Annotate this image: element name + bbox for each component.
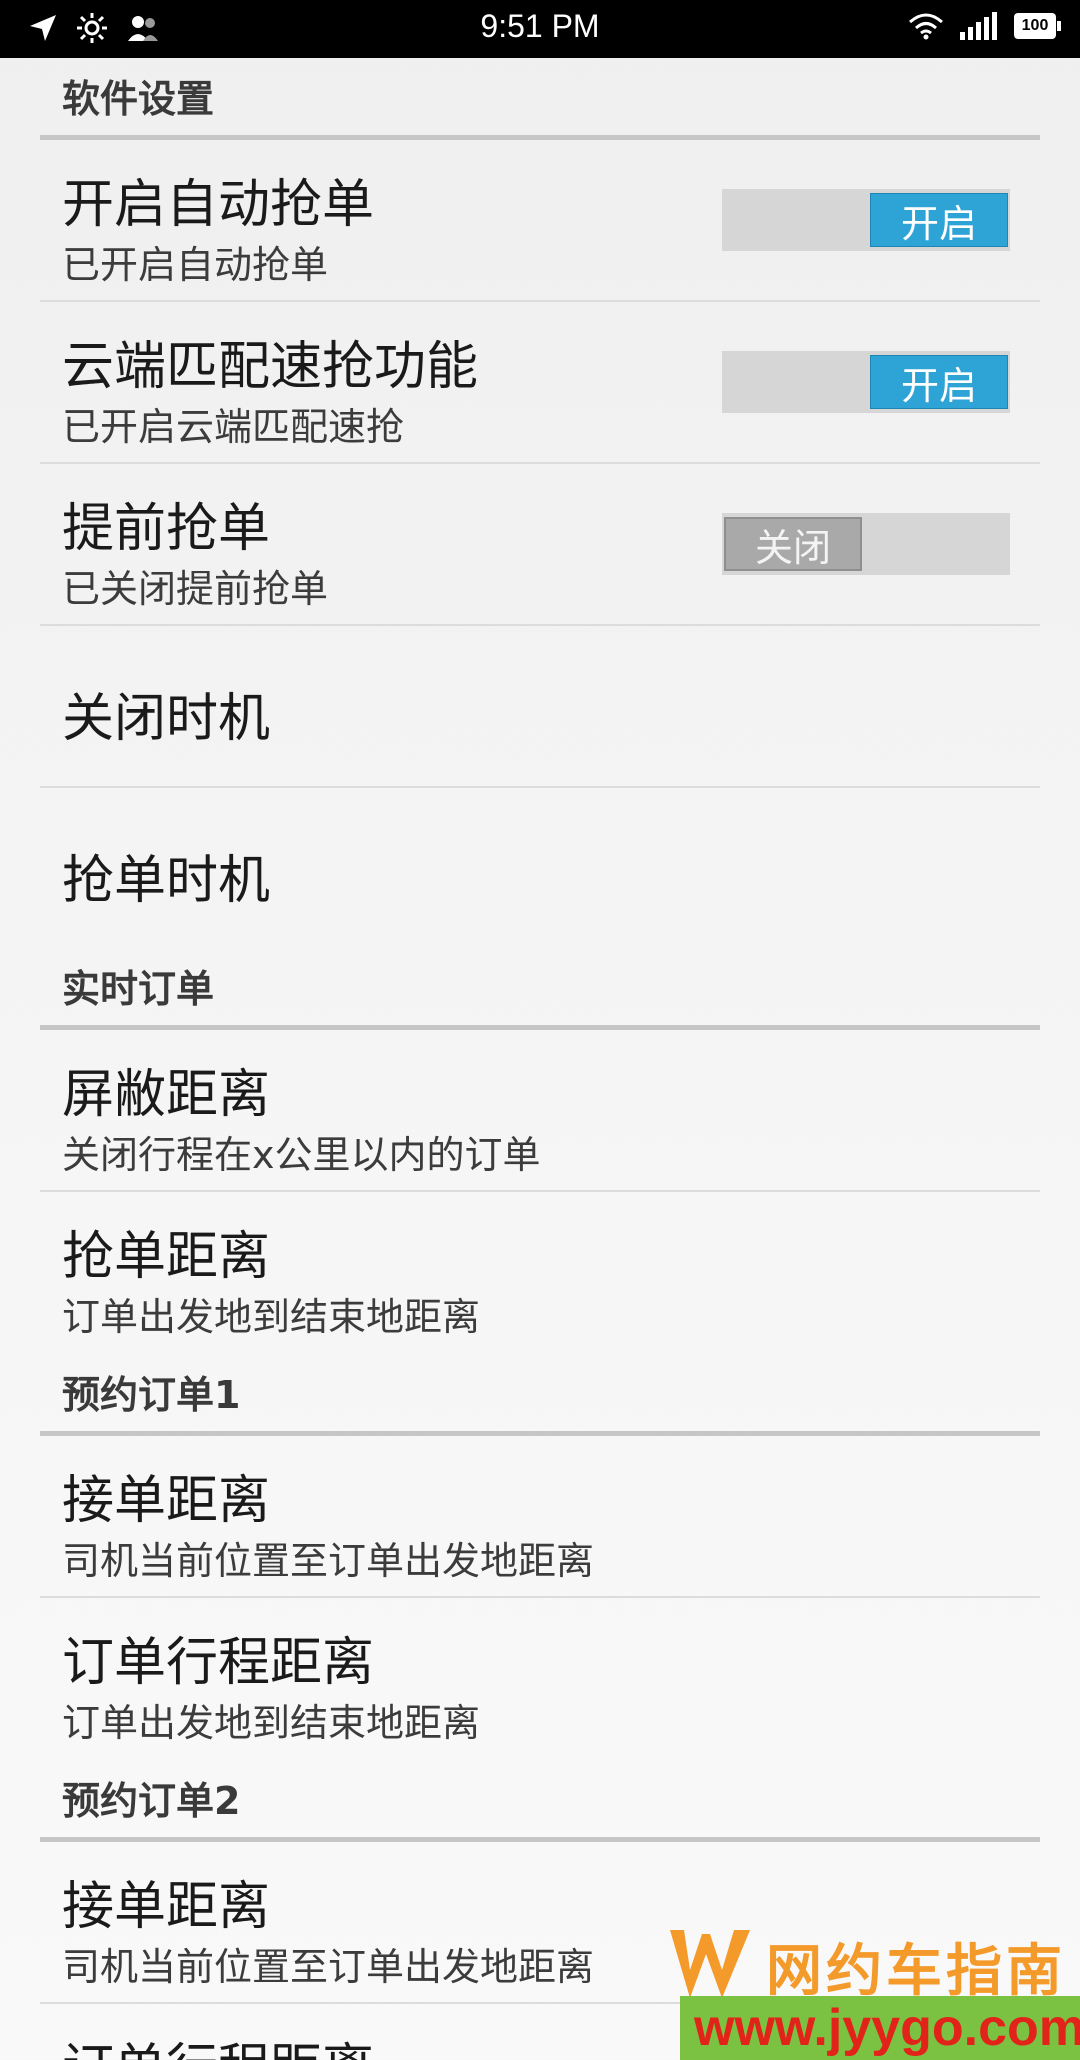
setting-subtitle: 关闭行程在x公里以内的订单 [62, 1133, 541, 1177]
brand-logo-icon [670, 1930, 750, 1998]
section-title: 软件设置 [62, 77, 215, 121]
watermark-brand: 网约车指南 [766, 1939, 1066, 2004]
setting-title: 抢单时机 [62, 851, 271, 911]
section-header-software: 软件设置 [40, 58, 1040, 140]
auto-grab-toggle[interactable]: 开启 [722, 189, 1010, 251]
setting-title: 抢单距离 [62, 1227, 271, 1287]
wifi-icon [909, 13, 943, 40]
setting-trip-distance-1[interactable]: 订单行程距离 订单出发地到结束地距离 [40, 1598, 1040, 1748]
setting-title: 提前抢单 [62, 499, 271, 559]
setting-block-distance[interactable]: 屏敝距离 关闭行程在x公里以内的订单 [40, 1030, 1040, 1192]
section-title: 预约订单1 [62, 1373, 241, 1417]
setting-pickup-distance-1[interactable]: 接单距离 司机当前位置至订单出发地距离 [40, 1436, 1040, 1598]
setting-grab-timing[interactable]: 抢单时机 [40, 788, 1040, 918]
section-header-reserve1: 预约订单1 [40, 1352, 1040, 1436]
watermark-url: www.jyygo.com [694, 1999, 1080, 2057]
section-header-realtime: 实时订单 [40, 948, 1040, 1030]
setting-title: 订单行程距离 [62, 2026, 374, 2060]
watermark-url-bar: www.jyygo.com [680, 1996, 1080, 2060]
toggle-label: 关闭 [724, 517, 862, 571]
setting-title: 订单行程距离 [62, 1633, 375, 1693]
setting-title: 接单距离 [62, 1877, 271, 1937]
advance-grab-toggle[interactable]: 关闭 [722, 513, 1010, 575]
setting-subtitle: 已关闭提前抢单 [62, 567, 329, 611]
setting-subtitle: 司机当前位置至订单出发地距离 [62, 1945, 595, 1989]
setting-title: 云端匹配速抢功能 [62, 337, 479, 397]
section-header-reserve2: 预约订单2 [40, 1758, 1040, 1842]
section-title: 实时订单 [62, 967, 215, 1011]
setting-advance-grab[interactable]: 提前抢单 已关闭提前抢单 关闭 [40, 464, 1040, 626]
setting-auto-grab[interactable]: 开启自动抢单 已开启自动抢单 开启 [40, 140, 1040, 302]
toggle-label: 开启 [870, 355, 1008, 409]
setting-close-timing[interactable]: 关闭时机 [40, 626, 1040, 788]
setting-subtitle: 已开启云端匹配速抢 [62, 405, 405, 449]
setting-title: 关闭时机 [62, 689, 271, 749]
setting-title: 接单距离 [62, 1471, 271, 1531]
cloud-match-toggle[interactable]: 开启 [722, 351, 1010, 413]
setting-grab-distance[interactable]: 抢单距离 订单出发地到结束地距离 [40, 1192, 1040, 1342]
watermark: 网约车指南 www.jyygo.com [666, 1924, 1080, 2060]
battery-icon: 100 [1014, 13, 1061, 39]
section-title: 预约订单2 [62, 1779, 241, 1823]
status-right-icons: 100 [908, 12, 1061, 40]
signal-icon [960, 12, 997, 40]
setting-subtitle: 已开启自动抢单 [62, 243, 329, 287]
setting-title: 屏敝距离 [62, 1065, 271, 1125]
setting-subtitle: 订单出发地到结束地距离 [62, 1295, 481, 1339]
toggle-label: 开启 [870, 193, 1008, 247]
setting-title: 开启自动抢单 [62, 175, 375, 235]
setting-subtitle: 司机当前位置至订单出发地距离 [62, 1539, 595, 1583]
setting-cloud-match[interactable]: 云端匹配速抢功能 已开启云端匹配速抢 开启 [40, 302, 1040, 464]
status-bar: 9:51 PM 100 [0, 0, 1080, 58]
setting-subtitle: 订单出发地到结束地距离 [62, 1701, 481, 1745]
